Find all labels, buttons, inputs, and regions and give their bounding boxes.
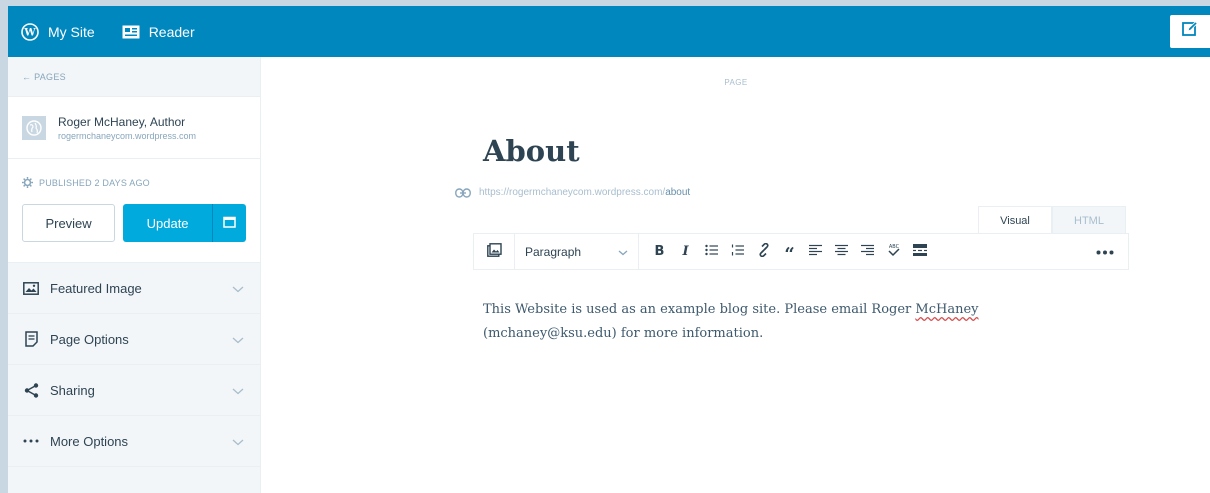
numbered-list-icon xyxy=(731,244,745,259)
permalink[interactable]: https://rogermchaneycom.wordpress.com/ab… xyxy=(455,187,690,198)
reader-label: Reader xyxy=(148,23,195,40)
paragraph-format-value: Paragraph xyxy=(525,244,582,259)
permalink-slug[interactable]: about xyxy=(665,187,690,198)
misspelled-word: McHaney xyxy=(915,302,979,317)
read-more-button[interactable] xyxy=(909,241,930,262)
formatting-toolbar: Paragraph B I “ ABC xyxy=(473,233,1129,270)
publish-status-text: PUBLISHED 2 DAYS AGO xyxy=(39,177,150,188)
post-type-label: PAGE xyxy=(724,78,748,87)
svg-text:W: W xyxy=(23,27,36,38)
tab-visual[interactable]: Visual xyxy=(978,206,1052,234)
align-right-icon xyxy=(861,244,874,259)
align-left-button[interactable] xyxy=(805,241,826,262)
document-icon xyxy=(22,330,40,348)
featured-image-section[interactable]: Featured Image xyxy=(8,263,260,314)
page-options-section[interactable]: Page Options xyxy=(8,314,260,365)
calendar-icon xyxy=(223,216,236,231)
align-center-button[interactable] xyxy=(831,241,852,262)
align-left-icon xyxy=(809,244,822,259)
reader-button[interactable]: Reader xyxy=(109,6,209,57)
reader-icon xyxy=(121,22,141,42)
page-title-input[interactable]: About xyxy=(483,134,580,168)
tab-html[interactable]: HTML xyxy=(1052,206,1126,234)
spellcheck-button[interactable]: ABC xyxy=(883,241,904,262)
permalink-base: https://rogermchaneycom.wordpress.com/ xyxy=(479,187,666,198)
chevron-down-icon xyxy=(232,332,244,347)
quote-icon: “ xyxy=(784,243,795,265)
chevron-down-icon xyxy=(232,383,244,398)
schedule-button[interactable] xyxy=(212,204,246,242)
site-url: rogermchaneycom.wordpress.com xyxy=(58,130,197,141)
bullet-list-button[interactable] xyxy=(701,241,722,262)
content-text: This Website is used as an example blog … xyxy=(483,302,916,317)
editor-mode-tabs: Visual HTML xyxy=(978,206,1126,234)
update-button[interactable]: Update xyxy=(123,204,212,242)
spellcheck-icon: ABC xyxy=(887,243,901,260)
content-text: (mchaney@ksu.edu) for more information. xyxy=(483,326,764,341)
more-options-section[interactable]: More Options xyxy=(8,416,260,467)
site-card[interactable]: Roger McHaney, Author rogermchaneycom.wo… xyxy=(8,97,260,159)
align-right-button[interactable] xyxy=(857,241,878,262)
chevron-down-icon xyxy=(232,281,244,296)
media-icon xyxy=(487,243,502,260)
my-site-button[interactable]: W My Site xyxy=(8,6,109,57)
globe-icon xyxy=(22,115,46,140)
wordpress-logo-icon: W xyxy=(20,22,40,42)
align-center-icon xyxy=(835,244,848,259)
publish-status-panel: PUBLISHED 2 DAYS AGO Preview Update xyxy=(8,159,260,263)
share-icon xyxy=(22,381,40,399)
section-label: Featured Image xyxy=(50,280,142,296)
site-name: Roger McHaney, Author xyxy=(58,114,186,129)
image-icon xyxy=(22,279,40,297)
chevron-down-icon xyxy=(232,434,244,449)
add-media-button[interactable] xyxy=(484,241,505,262)
italic-button[interactable]: I xyxy=(675,241,696,262)
write-post-button[interactable] xyxy=(1170,15,1210,48)
gear-icon xyxy=(22,177,33,188)
italic-icon: I xyxy=(682,244,689,259)
paragraph-format-select[interactable]: Paragraph xyxy=(514,233,639,270)
insert-link-button[interactable] xyxy=(753,241,774,262)
read-more-icon xyxy=(912,244,927,259)
my-site-label: My Site xyxy=(48,23,95,40)
section-label: Sharing xyxy=(50,382,95,398)
edit-icon xyxy=(1182,21,1198,42)
editor-main: PAGE About https://rogermchaneycom.wordp… xyxy=(262,57,1210,493)
section-label: More Options xyxy=(50,433,129,449)
post-content-editor[interactable]: This Website is used as an example blog … xyxy=(483,298,1083,346)
app-frame: W My Site Reader ← PAGES Roger McHaney, … xyxy=(0,0,1210,493)
more-dots-icon xyxy=(1096,242,1114,259)
link-icon xyxy=(757,242,771,260)
toolbar-more-button[interactable] xyxy=(1096,242,1114,260)
blockquote-button[interactable]: “ xyxy=(779,241,800,265)
bold-icon: B xyxy=(654,244,665,259)
ellipsis-icon xyxy=(22,432,40,450)
chevron-down-icon xyxy=(618,245,628,259)
preview-button[interactable]: Preview xyxy=(22,204,116,242)
editor-sidebar: ← PAGES Roger McHaney, Author rogermchan… xyxy=(8,57,261,493)
bullet-list-icon xyxy=(704,244,719,259)
masterbar: W My Site Reader xyxy=(8,6,1210,57)
update-button-group: Update xyxy=(123,204,246,242)
section-label: Page Options xyxy=(50,331,129,347)
bold-button[interactable]: B xyxy=(649,241,670,262)
back-to-pages-link[interactable]: ← PAGES xyxy=(8,57,260,97)
numbered-list-button[interactable] xyxy=(727,241,748,262)
sharing-section[interactable]: Sharing xyxy=(8,365,260,416)
link-icon xyxy=(455,187,471,198)
